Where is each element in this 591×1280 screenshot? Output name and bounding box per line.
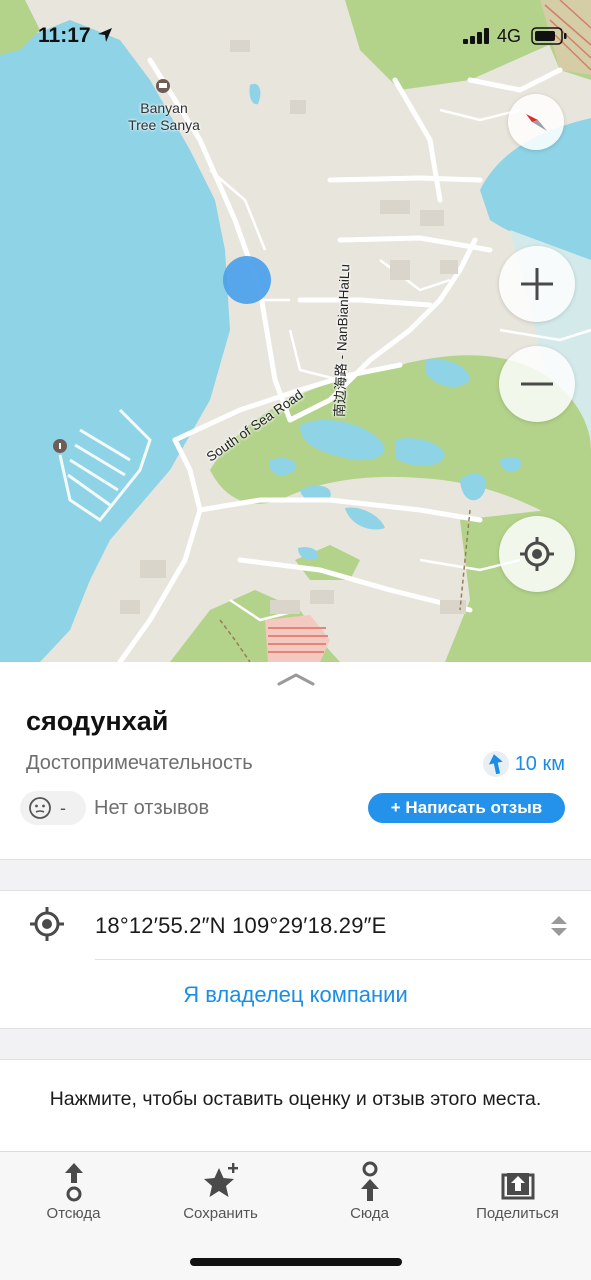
neutral-face-icon [29,797,51,819]
rate-prompt[interactable]: Нажмите, чтобы оставить оценку и отзыв э… [40,1086,551,1112]
zoom-out-button[interactable] [499,346,575,422]
status-bar: 11:17 4G [0,0,591,72]
zoom-in-button[interactable] [499,246,575,322]
sheet-handle-chevron-icon[interactable] [277,672,315,686]
row-divider [95,959,591,960]
star-plus-icon [203,1163,238,1197]
hotel-icon[interactable] [156,79,170,93]
owner-link[interactable]: Я владелец компании [0,982,591,1008]
compass-button[interactable] [508,94,564,150]
coordinate-format-toggle-icon[interactable] [550,915,568,937]
my-location-icon [520,537,554,571]
tab-route-to[interactable]: Сюда [296,1152,443,1232]
rating-value: - [60,797,66,818]
info-icon[interactable] [53,439,67,453]
tab-label: Поделиться [476,1205,559,1222]
tab-label: Сюда [350,1205,389,1222]
place-sheet: сяодунхай Достопримечательность 10 км - … [0,662,591,1152]
map-view[interactable]: Banyan Tree Sanya South of Sea Road 南边海路… [0,0,591,662]
coordinates-target-icon [30,907,64,941]
rating-badge: - [20,791,86,825]
tab-save[interactable]: Сохранить [147,1152,294,1232]
section-divider [0,1028,591,1060]
my-location-button[interactable] [499,516,575,592]
tab-route-from[interactable]: Отсюда [0,1152,147,1232]
network-label: 4G [497,26,522,46]
route-from-icon [64,1163,83,1202]
signal-bars-icon [463,28,489,44]
direction-arrow-icon [482,751,509,777]
route-to-icon [360,1161,379,1201]
battery-icon [531,27,567,45]
distance-value: 10 км [514,752,565,775]
reviews-count: Нет отзывов [94,797,210,819]
zoom-out-icon [521,382,553,386]
tab-share[interactable]: Поделиться [444,1152,591,1232]
status-time: 11:17 [38,24,91,47]
tab-label: Отсюда [46,1205,101,1222]
coordinates-value[interactable]: 18°12′55.2″N 109°29′18.29″E [95,913,387,939]
tab-label: Сохранить [183,1205,258,1222]
location-arrow-icon [98,28,112,42]
write-review-button[interactable]: + Написать отзыв [368,793,565,823]
bottom-action-bar: Отсюда Сохранить Сюда Поделиться [0,1151,591,1280]
home-indicator [190,1258,402,1266]
poi-label-banyan[interactable]: Banyan Tree Sanya [112,100,216,134]
section-divider [0,859,591,891]
share-icon [501,1173,534,1200]
place-title: сяодунхай [26,706,169,736]
distance-indicator: 10 км [482,751,565,777]
compass-icon [526,114,547,131]
zoom-in-icon [521,268,553,300]
place-type: Достопримечательность [26,752,253,774]
user-location-dot [223,256,271,304]
